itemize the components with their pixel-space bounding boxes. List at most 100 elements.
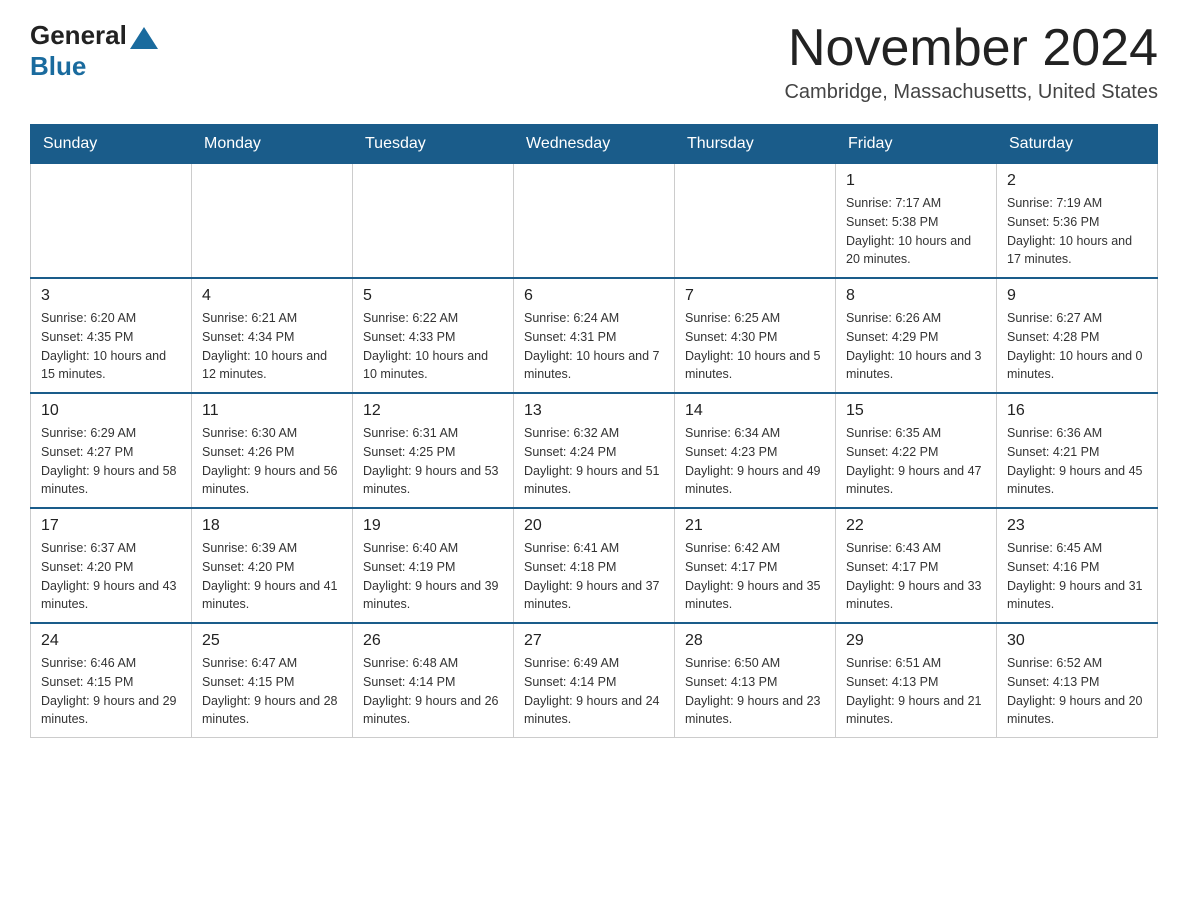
logo-triangle-icon: [130, 27, 158, 49]
logo-blue-text: Blue: [30, 51, 86, 82]
day-info: Sunrise: 6:26 AMSunset: 4:29 PMDaylight:…: [846, 309, 986, 384]
day-number: 26: [363, 632, 503, 650]
calendar-cell: 14 Sunrise: 6:34 AMSunset: 4:23 PMDayligh…: [675, 393, 836, 508]
day-info: Sunrise: 6:39 AMSunset: 4:20 PMDaylight:…: [202, 539, 342, 614]
calendar-cell: [514, 164, 675, 279]
day-info: Sunrise: 6:51 AMSunset: 4:13 PMDaylight:…: [846, 654, 986, 729]
day-header-thursday: Thursday: [675, 125, 836, 164]
calendar-week-row: 17 Sunrise: 6:37 AMSunset: 4:20 PMDayligh…: [31, 508, 1158, 623]
day-info: Sunrise: 6:35 AMSunset: 4:22 PMDaylight:…: [846, 424, 986, 499]
day-info: Sunrise: 6:40 AMSunset: 4:19 PMDaylight:…: [363, 539, 503, 614]
day-number: 23: [1007, 517, 1147, 535]
day-info: Sunrise: 7:19 AMSunset: 5:36 PMDaylight:…: [1007, 194, 1147, 269]
calendar-cell: 20 Sunrise: 6:41 AMSunset: 4:18 PMDayligh…: [514, 508, 675, 623]
calendar-cell: [192, 164, 353, 279]
day-info: Sunrise: 6:34 AMSunset: 4:23 PMDaylight:…: [685, 424, 825, 499]
day-info: Sunrise: 6:29 AMSunset: 4:27 PMDaylight:…: [41, 424, 181, 499]
page-header: General Blue November 2024 Cambridge, Ma…: [30, 20, 1158, 104]
calendar-cell: 3 Sunrise: 6:20 AMSunset: 4:35 PMDaylight…: [31, 278, 192, 393]
calendar-cell: 12 Sunrise: 6:31 AMSunset: 4:25 PMDayligh…: [353, 393, 514, 508]
day-number: 10: [41, 402, 181, 420]
day-number: 29: [846, 632, 986, 650]
day-number: 17: [41, 517, 181, 535]
day-number: 19: [363, 517, 503, 535]
day-header-tuesday: Tuesday: [353, 125, 514, 164]
day-info: Sunrise: 6:25 AMSunset: 4:30 PMDaylight:…: [685, 309, 825, 384]
day-info: Sunrise: 6:43 AMSunset: 4:17 PMDaylight:…: [846, 539, 986, 614]
day-info: Sunrise: 6:45 AMSunset: 4:16 PMDaylight:…: [1007, 539, 1147, 614]
day-number: 9: [1007, 287, 1147, 305]
day-header-friday: Friday: [836, 125, 997, 164]
day-number: 21: [685, 517, 825, 535]
day-header-monday: Monday: [192, 125, 353, 164]
day-number: 5: [363, 287, 503, 305]
calendar-cell: 29 Sunrise: 6:51 AMSunset: 4:13 PMDayligh…: [836, 623, 997, 738]
calendar-cell: 10 Sunrise: 6:29 AMSunset: 4:27 PMDayligh…: [31, 393, 192, 508]
day-info: Sunrise: 6:47 AMSunset: 4:15 PMDaylight:…: [202, 654, 342, 729]
calendar-week-row: 24Sunrise: 6:46 AMSunset: 4:15 PMDayligh…: [31, 623, 1158, 738]
day-info: Sunrise: 6:49 AMSunset: 4:14 PMDaylight:…: [524, 654, 664, 729]
day-number: 6: [524, 287, 664, 305]
day-number: 2: [1007, 172, 1147, 190]
day-info: Sunrise: 6:20 AMSunset: 4:35 PMDaylight:…: [41, 309, 181, 384]
day-info: Sunrise: 6:41 AMSunset: 4:18 PMDaylight:…: [524, 539, 664, 614]
day-number: 25: [202, 632, 342, 650]
calendar-cell: 24Sunrise: 6:46 AMSunset: 4:15 PMDayligh…: [31, 623, 192, 738]
day-info: Sunrise: 6:22 AMSunset: 4:33 PMDaylight:…: [363, 309, 503, 384]
calendar-cell: 1 Sunrise: 7:17 AMSunset: 5:38 PMDaylight…: [836, 164, 997, 279]
calendar-cell: 30 Sunrise: 6:52 AMSunset: 4:13 PMDayligh…: [997, 623, 1158, 738]
day-number: 18: [202, 517, 342, 535]
day-number: 16: [1007, 402, 1147, 420]
day-number: 27: [524, 632, 664, 650]
day-number: 20: [524, 517, 664, 535]
day-info: Sunrise: 6:31 AMSunset: 4:25 PMDaylight:…: [363, 424, 503, 499]
day-header-wednesday: Wednesday: [514, 125, 675, 164]
day-info: Sunrise: 6:52 AMSunset: 4:13 PMDaylight:…: [1007, 654, 1147, 729]
calendar-cell: 27 Sunrise: 6:49 AMSunset: 4:14 PMDayligh…: [514, 623, 675, 738]
calendar-cell: 4 Sunrise: 6:21 AMSunset: 4:34 PMDaylight…: [192, 278, 353, 393]
day-number: 13: [524, 402, 664, 420]
calendar-cell: 7Sunrise: 6:25 AMSunset: 4:30 PMDaylight…: [675, 278, 836, 393]
day-number: 3: [41, 287, 181, 305]
day-info: Sunrise: 6:37 AMSunset: 4:20 PMDaylight:…: [41, 539, 181, 614]
calendar-cell: [353, 164, 514, 279]
day-info: Sunrise: 6:32 AMSunset: 4:24 PMDaylight:…: [524, 424, 664, 499]
month-year-title: November 2024: [784, 20, 1158, 77]
calendar-cell: 28Sunrise: 6:50 AMSunset: 4:13 PMDayligh…: [675, 623, 836, 738]
day-info: Sunrise: 6:27 AMSunset: 4:28 PMDaylight:…: [1007, 309, 1147, 384]
day-number: 4: [202, 287, 342, 305]
calendar-cell: 13 Sunrise: 6:32 AMSunset: 4:24 PMDayligh…: [514, 393, 675, 508]
day-number: 12: [363, 402, 503, 420]
day-header-saturday: Saturday: [997, 125, 1158, 164]
calendar-cell: 19 Sunrise: 6:40 AMSunset: 4:19 PMDayligh…: [353, 508, 514, 623]
calendar-header-row: SundayMondayTuesdayWednesdayThursdayFrid…: [31, 125, 1158, 164]
calendar-cell: 11Sunrise: 6:30 AMSunset: 4:26 PMDayligh…: [192, 393, 353, 508]
calendar-cell: 5 Sunrise: 6:22 AMSunset: 4:33 PMDaylight…: [353, 278, 514, 393]
calendar-cell: 9 Sunrise: 6:27 AMSunset: 4:28 PMDaylight…: [997, 278, 1158, 393]
calendar-cell: 26Sunrise: 6:48 AMSunset: 4:14 PMDayligh…: [353, 623, 514, 738]
day-number: 22: [846, 517, 986, 535]
calendar-cell: 2 Sunrise: 7:19 AMSunset: 5:36 PMDaylight…: [997, 164, 1158, 279]
calendar-week-row: 10 Sunrise: 6:29 AMSunset: 4:27 PMDayligh…: [31, 393, 1158, 508]
title-section: November 2024 Cambridge, Massachusetts, …: [784, 20, 1158, 104]
day-info: Sunrise: 6:36 AMSunset: 4:21 PMDaylight:…: [1007, 424, 1147, 499]
calendar-cell: 8Sunrise: 6:26 AMSunset: 4:29 PMDaylight…: [836, 278, 997, 393]
day-info: Sunrise: 6:50 AMSunset: 4:13 PMDaylight:…: [685, 654, 825, 729]
day-number: 15: [846, 402, 986, 420]
day-number: 24: [41, 632, 181, 650]
day-number: 30: [1007, 632, 1147, 650]
calendar-table: SundayMondayTuesdayWednesdayThursdayFrid…: [30, 124, 1158, 738]
calendar-cell: 18 Sunrise: 6:39 AMSunset: 4:20 PMDayligh…: [192, 508, 353, 623]
logo-general-text: General: [30, 20, 127, 51]
calendar-cell: 15 Sunrise: 6:35 AMSunset: 4:22 PMDayligh…: [836, 393, 997, 508]
calendar-cell: 22 Sunrise: 6:43 AMSunset: 4:17 PMDayligh…: [836, 508, 997, 623]
calendar-week-row: 1 Sunrise: 7:17 AMSunset: 5:38 PMDaylight…: [31, 164, 1158, 279]
day-number: 1: [846, 172, 986, 190]
day-info: Sunrise: 6:24 AMSunset: 4:31 PMDaylight:…: [524, 309, 664, 384]
day-info: Sunrise: 6:30 AMSunset: 4:26 PMDaylight:…: [202, 424, 342, 499]
calendar-cell: 23 Sunrise: 6:45 AMSunset: 4:16 PMDayligh…: [997, 508, 1158, 623]
logo: General Blue: [30, 20, 158, 82]
day-number: 14: [685, 402, 825, 420]
day-info: Sunrise: 7:17 AMSunset: 5:38 PMDaylight:…: [846, 194, 986, 269]
day-info: Sunrise: 6:21 AMSunset: 4:34 PMDaylight:…: [202, 309, 342, 384]
